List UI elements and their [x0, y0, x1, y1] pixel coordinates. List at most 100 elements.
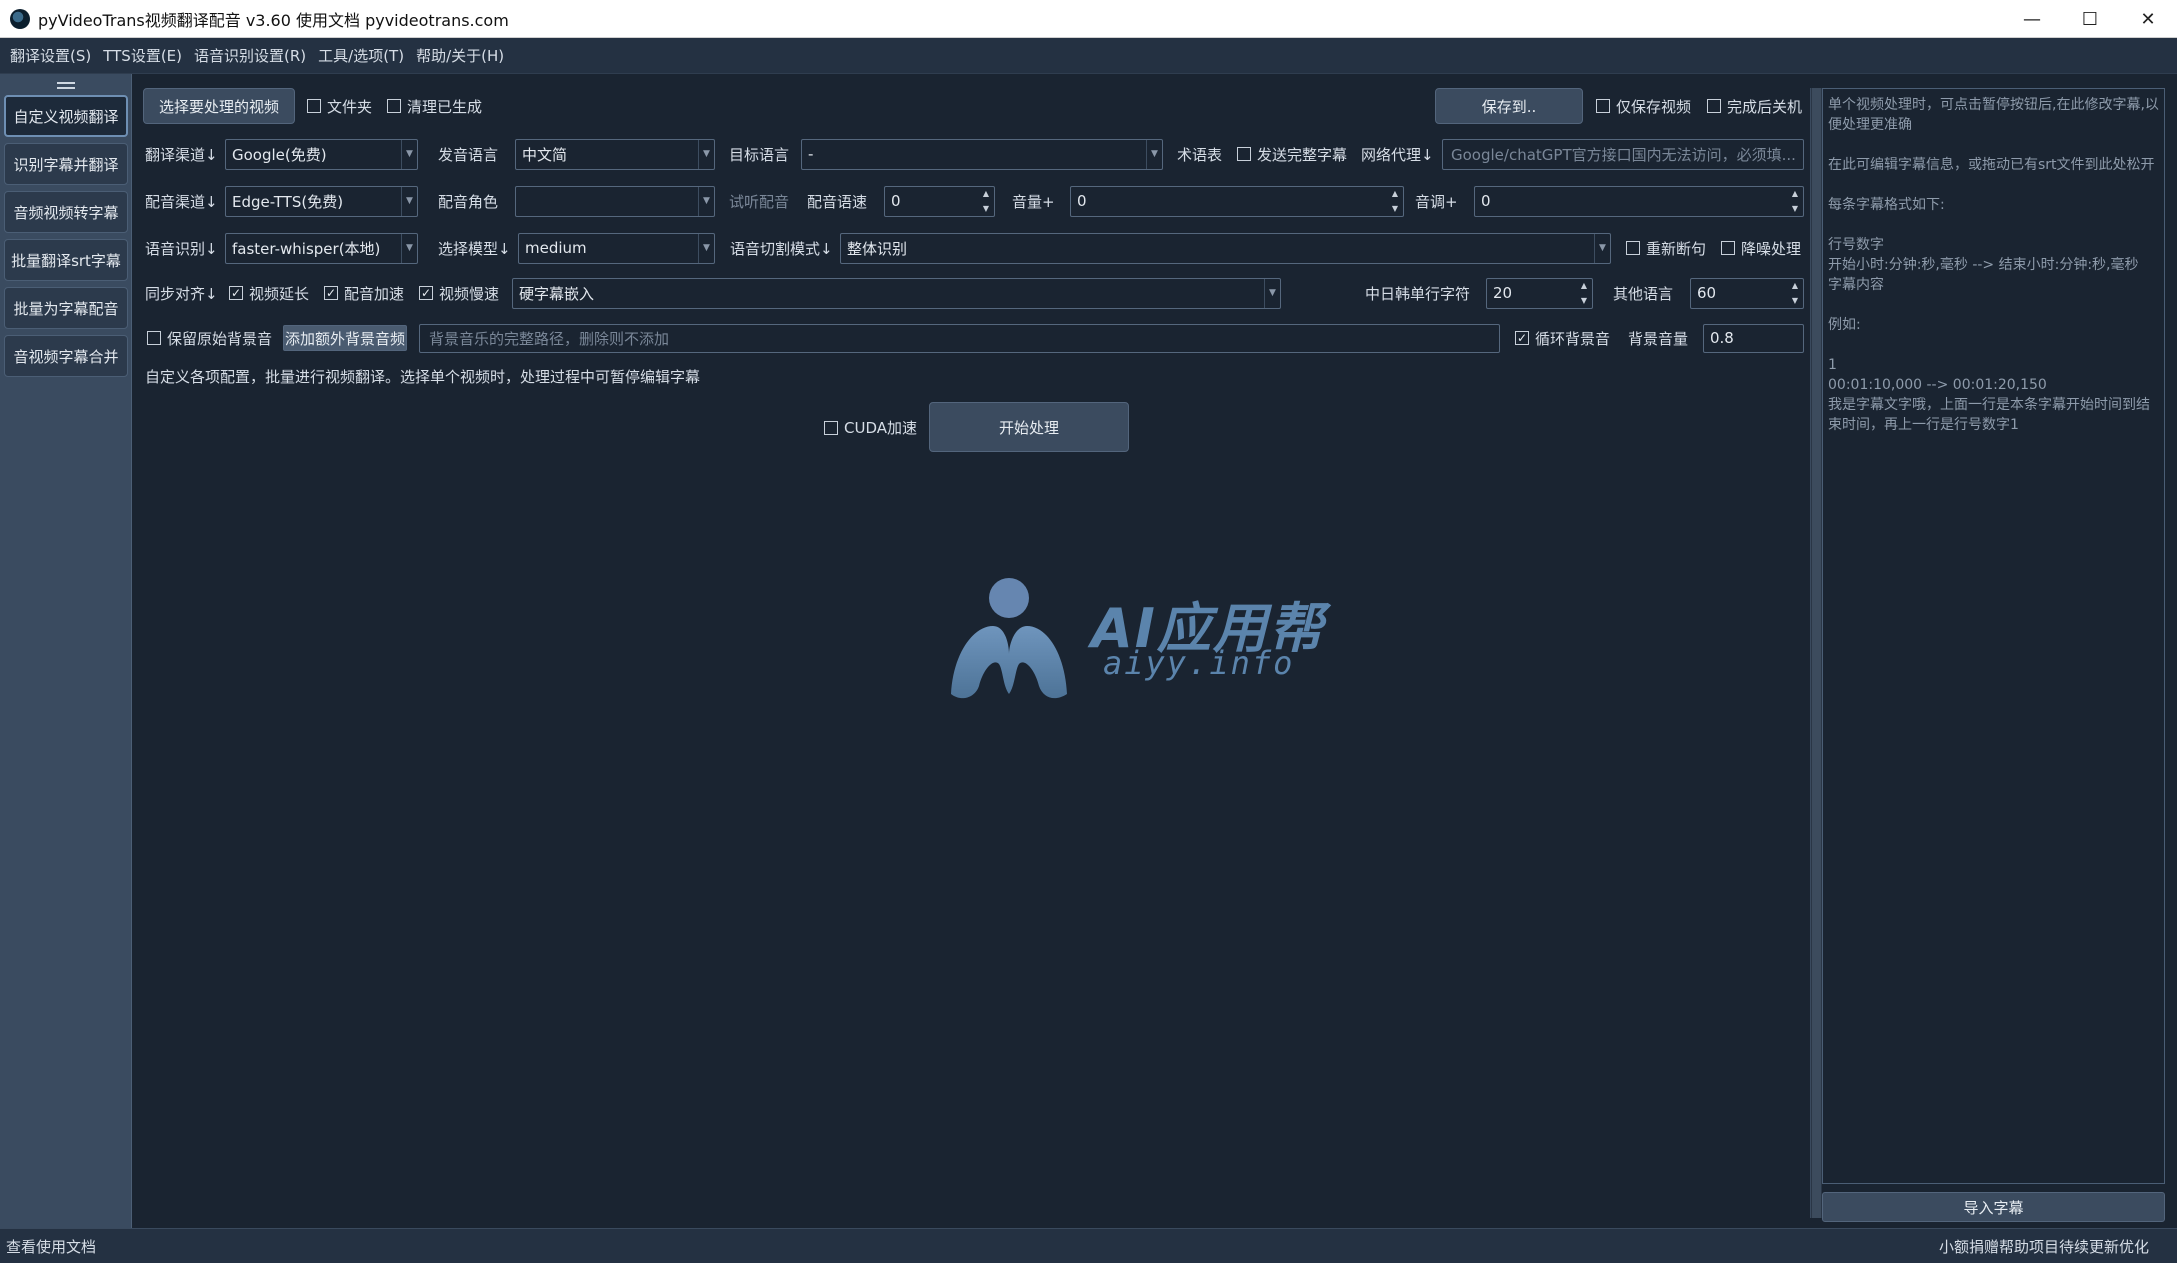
maximize-button[interactable]: ☐	[2061, 0, 2119, 38]
check-icon[interactable]: ✓	[229, 286, 243, 300]
clear-generated-checkbox-box[interactable]	[387, 99, 401, 113]
clear-generated-checkbox[interactable]: 清理已生成	[387, 96, 482, 117]
send-full-subtitle-checkbox[interactable]: 发送完整字幕	[1237, 144, 1347, 165]
translate-channel-select[interactable]: Google(免费) ▼	[225, 138, 418, 170]
proxy-input[interactable]: Google/chatGPT官方接口国内无法访问，必须填...	[1442, 138, 1804, 170]
video-slowdown-checkbox[interactable]: ✓ 视频慢速	[419, 283, 499, 304]
menu-translate-settings[interactable]: 翻译设置(S)	[4, 45, 97, 66]
keep-bg-checkbox-box[interactable]	[147, 331, 161, 345]
target-lang-select[interactable]: - ▼	[801, 138, 1163, 170]
bg-path-input[interactable]: 背景音乐的完整路径，删除则不添加	[419, 323, 1500, 353]
video-slowdown-label: 视频慢速	[439, 284, 500, 303]
check-icon[interactable]: ✓	[419, 286, 433, 300]
sidebar: 自定义视频翻译 识别字幕并翻译 音频视频转字幕 批量翻译srt字幕 批量为字幕配…	[0, 74, 132, 1228]
subtitle-editor[interactable]: 单个视频处理时，可点击暂停按钮后,在此修改字幕,以便处理更准确 在此可编辑字幕信…	[1822, 88, 2165, 1184]
view-docs-link[interactable]: 查看使用文档	[6, 1236, 96, 1257]
help-line: 1	[1828, 357, 1837, 373]
sidebar-item-audio-to-subtitle[interactable]: 音频视频转字幕	[4, 191, 128, 233]
dub-role-select[interactable]: ▼	[515, 185, 715, 217]
cjk-chars-spinbox[interactable]: 20 ▲ ▼	[1486, 277, 1593, 309]
only-save-video-label: 仅保存视频	[1616, 97, 1692, 116]
sidebar-item-recognize-translate[interactable]: 识别字幕并翻译	[4, 143, 128, 185]
cuda-checkbox[interactable]: CUDA加速	[824, 417, 917, 438]
asr-select[interactable]: faster-whisper(本地) ▼	[225, 232, 418, 264]
menu-asr-settings[interactable]: 语音识别设置(R)	[188, 45, 312, 66]
main-scrollbar[interactable]	[1810, 88, 1822, 1218]
spinner-arrows-icon[interactable]: ▲ ▼	[1389, 189, 1401, 214]
loop-bg-label: 循环背景音	[1535, 329, 1611, 348]
split-mode-select[interactable]: 整体识别 ▼	[840, 232, 1611, 264]
spinner-arrows-icon[interactable]: ▲ ▼	[1789, 189, 1801, 214]
translate-channel-value: Google(免费)	[232, 145, 327, 164]
menu-tools[interactable]: 工具/选项(T)	[312, 45, 410, 66]
sidebar-item-batch-dub[interactable]: 批量为字幕配音	[4, 287, 128, 329]
dub-channel-select[interactable]: Edge-TTS(免费) ▼	[225, 185, 418, 217]
subtitle-mode-select[interactable]: 硬字幕嵌入 ▼	[512, 277, 1281, 309]
send-full-subtitle-label: 发送完整字幕	[1257, 145, 1348, 164]
dub-speed-spinbox[interactable]: 0 ▲ ▼	[884, 185, 995, 217]
send-full-subtitle-checkbox-box[interactable]	[1237, 147, 1251, 161]
sidebar-item-merge[interactable]: 音视频字幕合并	[4, 335, 128, 377]
preview-dub-button[interactable]: 试听配音	[729, 191, 789, 212]
shutdown-checkbox[interactable]: 完成后关机	[1707, 96, 1802, 117]
video-extend-checkbox[interactable]: ✓ 视频延长	[229, 283, 309, 304]
help-line: 字幕内容	[1828, 277, 1884, 293]
only-save-video-checkbox-box[interactable]	[1596, 99, 1610, 113]
import-subtitle-button[interactable]: 导入字幕	[1822, 1192, 2165, 1222]
asr-label[interactable]: 语音识别↓	[145, 238, 218, 259]
asr-value: faster-whisper(本地)	[232, 239, 381, 258]
folder-label: 文件夹	[327, 97, 373, 116]
loop-bg-checkbox[interactable]: ✓ 循环背景音	[1515, 328, 1610, 349]
other-lang-spinbox[interactable]: 60 ▲ ▼	[1690, 277, 1804, 309]
chevron-down-icon: ▼	[1146, 139, 1162, 169]
other-lang-label: 其他语言	[1613, 284, 1674, 303]
target-lang-value: -	[808, 145, 814, 163]
sidebar-toggle-icon[interactable]	[56, 82, 75, 89]
check-icon[interactable]: ✓	[1515, 331, 1529, 345]
donate-link[interactable]: 小额捐赠帮助项目待续更新优化	[1939, 1236, 2149, 1257]
spinner-arrows-icon[interactable]: ▲ ▼	[1578, 281, 1590, 306]
translate-channel-label[interactable]: 翻译渠道↓	[145, 144, 218, 165]
folder-checkbox[interactable]: 文件夹	[307, 96, 372, 117]
main-scrollbar-thumb[interactable]	[1812, 88, 1821, 1218]
bg-volume-input[interactable]: 0.8	[1703, 323, 1804, 353]
select-video-button[interactable]: 选择要处理的视频	[143, 88, 295, 124]
menu-help[interactable]: 帮助/关于(H)	[410, 45, 510, 66]
status-bar: 查看使用文档 小额捐赠帮助项目待续更新优化	[0, 1228, 2177, 1263]
clear-generated-label: 清理已生成	[407, 97, 483, 116]
split-mode-label[interactable]: 语音切割模式↓	[730, 238, 833, 259]
check-icon[interactable]: ✓	[324, 286, 338, 300]
dub-speedup-label: 配音加速	[344, 284, 405, 303]
source-lang-select[interactable]: 中文简 ▼	[515, 138, 715, 170]
save-to-button[interactable]: 保存到..	[1435, 88, 1583, 124]
menu-tts-settings[interactable]: TTS设置(E)	[97, 45, 188, 66]
resegment-checkbox[interactable]: 重新断句	[1626, 238, 1706, 259]
info-text: 自定义各项配置，批量进行视频翻译。选择单个视频时，处理过程中可暂停编辑字幕	[145, 368, 701, 386]
glossary-label[interactable]: 术语表	[1177, 144, 1222, 165]
pitch-spinbox[interactable]: 0 ▲ ▼	[1474, 185, 1804, 217]
keep-bg-checkbox[interactable]: 保留原始背景音	[147, 328, 272, 349]
sidebar-item-batch-translate-srt[interactable]: 批量翻译srt字幕	[4, 239, 128, 281]
model-select[interactable]: medium ▼	[518, 232, 715, 264]
shutdown-checkbox-box[interactable]	[1707, 99, 1721, 113]
denoise-checkbox-box[interactable]	[1721, 241, 1735, 255]
dub-channel-label[interactable]: 配音渠道↓	[145, 191, 218, 212]
spinner-arrows-icon[interactable]: ▲ ▼	[980, 189, 992, 214]
minimize-button[interactable]: —	[2003, 0, 2061, 38]
sidebar-item-custom-video-translate[interactable]: 自定义视频翻译	[4, 95, 128, 137]
start-button[interactable]: 开始处理	[929, 402, 1129, 452]
resegment-label: 重新断句	[1646, 239, 1707, 258]
folder-checkbox-box[interactable]	[307, 99, 321, 113]
only-save-video-checkbox[interactable]: 仅保存视频	[1596, 96, 1691, 117]
volume-spinbox[interactable]: 0 ▲ ▼	[1070, 185, 1404, 217]
dub-speedup-checkbox[interactable]: ✓ 配音加速	[324, 283, 404, 304]
denoise-checkbox[interactable]: 降噪处理	[1721, 238, 1801, 259]
add-bg-audio-button[interactable]: 添加额外背景音频	[283, 325, 407, 351]
sync-label[interactable]: 同步对齐↓	[145, 283, 218, 304]
model-label[interactable]: 选择模型↓	[438, 238, 511, 259]
resegment-checkbox-box[interactable]	[1626, 241, 1640, 255]
close-button[interactable]: ✕	[2119, 0, 2177, 38]
spinner-arrows-icon[interactable]: ▲ ▼	[1789, 281, 1801, 306]
cuda-checkbox-box[interactable]	[824, 420, 838, 435]
proxy-label[interactable]: 网络代理↓	[1361, 144, 1434, 165]
